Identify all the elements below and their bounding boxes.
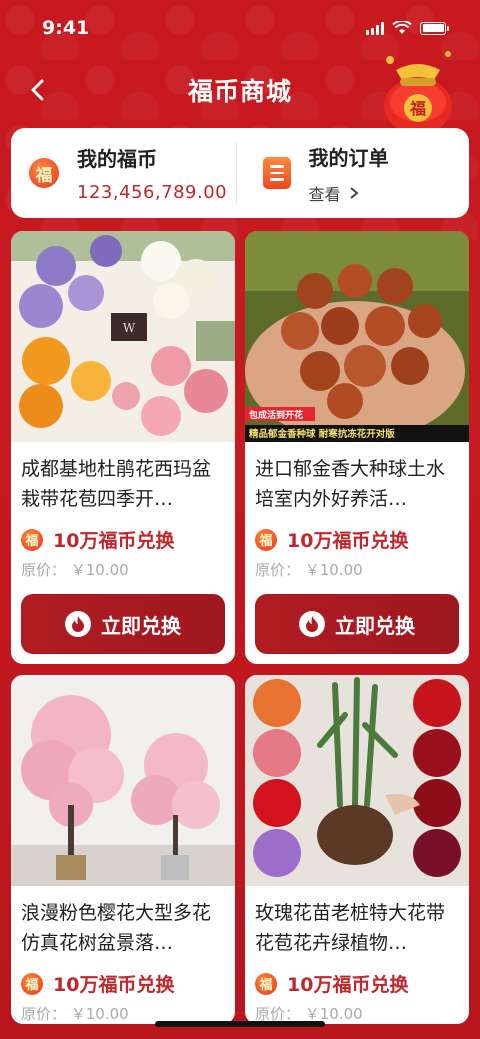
flame-icon <box>65 611 91 637</box>
my-coins-value: 123,456,789.00 <box>77 182 228 203</box>
coin-price: 10万福币兑换 <box>287 530 409 552</box>
redeem-button[interactable]: 立即兑换 <box>255 594 459 654</box>
svg-text:W: W <box>123 321 136 335</box>
order-list-icon <box>262 157 291 189</box>
product-card[interactable]: 包成活到开花 精品郁金香种球 耐寒抗冻花开对版 进口郁金香大种球土水培室内外好养… <box>245 231 469 664</box>
status-time: 9:41 <box>42 17 90 39</box>
lucky-bag-icon: 福 <box>384 51 452 134</box>
product-name[interactable]: 进口郁金香大种球土水培室内外好养活… <box>245 442 469 514</box>
redeem-button[interactable]: 立即兑换 <box>21 594 225 654</box>
coin-price: 10万福币兑换 <box>53 530 175 552</box>
product-image[interactable] <box>245 675 469 886</box>
product-card[interactable]: 浪漫粉色樱花大型多花仿真花树盆景落… 福 10万福币兑换 原价： ￥10.00 <box>11 675 235 1024</box>
my-orders-section[interactable]: 我的订单 查看 <box>237 128 470 218</box>
fu-coin-icon: 福 <box>21 528 43 551</box>
product-card[interactable]: 玫瑰花苗老桩特大花带花苞花卉绿植物… 福 10万福币兑换 原价： ￥10.00 <box>245 675 469 1024</box>
original-price: 原价： ￥10.00 <box>21 561 129 579</box>
original-price: 原价： ￥10.00 <box>255 561 363 579</box>
coin-price: 10万福币兑换 <box>287 974 409 996</box>
product-name[interactable]: 成都基地杜鹃花西玛盆栽带花苞四季开… <box>11 442 235 514</box>
redeem-label: 立即兑换 <box>101 613 181 638</box>
image-banner: 精品郁金香种球 耐寒抗冻花开对版 <box>249 428 395 440</box>
wifi-icon <box>392 21 412 34</box>
product-image[interactable]: 包成活到开花 精品郁金香种球 耐寒抗冻花开对版 <box>245 231 469 442</box>
back-button[interactable] <box>22 74 54 106</box>
my-coins-section[interactable]: 福 我的福币 123,456,789.00 <box>11 128 236 218</box>
chevron-right-icon <box>349 186 359 199</box>
home-indicator <box>155 1021 325 1027</box>
svg-text:福: 福 <box>409 99 426 118</box>
fu-coin-icon: 福 <box>255 972 277 995</box>
flame-icon <box>299 611 325 637</box>
my-coins-title: 我的福币 <box>77 147 157 171</box>
product-name[interactable]: 玫瑰花苗老桩特大花带花苞花卉绿植物… <box>245 886 469 958</box>
view-orders-link[interactable]: 查看 <box>309 181 389 205</box>
product-card[interactable]: W 成都基地杜鹃花西玛盆栽带花苞四季开… 福 10万福币兑换 原价： ￥10.0… <box>11 231 235 664</box>
price-row: 福 10万福币兑换 <box>245 970 469 997</box>
original-price: 原价： ￥10.00 <box>21 1005 129 1023</box>
product-image[interactable]: W <box>11 231 235 442</box>
status-icons <box>366 21 449 35</box>
view-orders-label: 查看 <box>308 184 341 204</box>
redeem-label: 立即兑换 <box>335 613 415 638</box>
battery-icon <box>420 21 449 35</box>
coin-price: 10万福币兑换 <box>53 974 175 996</box>
product-name[interactable]: 浪漫粉色樱花大型多花仿真花树盆景落… <box>11 886 235 958</box>
product-image[interactable] <box>11 675 235 886</box>
price-row: 福 10万福币兑换 <box>11 970 235 997</box>
original-price: 原价： ￥10.00 <box>255 1005 363 1023</box>
page-title: 福币商城 <box>187 77 292 106</box>
image-badge: 包成活到开花 <box>248 409 303 421</box>
fu-coin-icon: 福 <box>255 528 277 551</box>
chevron-left-icon <box>31 79 44 101</box>
price-row: 福 10万福币兑换 <box>11 526 235 553</box>
fu-coin-icon: 福 <box>21 972 43 995</box>
price-row: 福 10万福币兑换 <box>245 526 469 553</box>
fu-coin-icon: 福 <box>29 158 59 188</box>
summary-card: 福 我的福币 123,456,789.00 我的订单 查看 <box>11 128 469 218</box>
signal-icon <box>366 21 384 35</box>
my-orders-title: 我的订单 <box>308 145 389 170</box>
